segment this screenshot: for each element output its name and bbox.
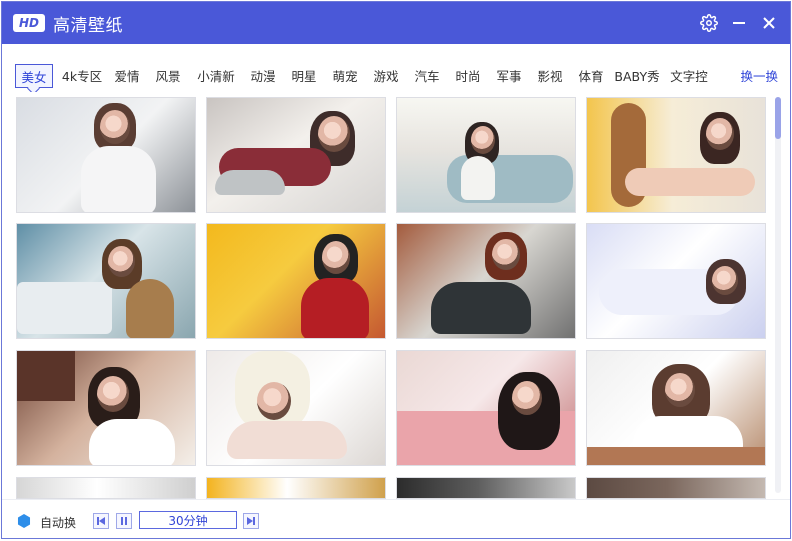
tab-stars[interactable]: 明星	[288, 64, 320, 86]
vertical-scrollbar[interactable]	[775, 97, 781, 493]
settings-icon	[700, 14, 718, 32]
tab-fresh[interactable]: 小清新	[193, 64, 239, 86]
wallpaper-thumbnail[interactable]	[206, 223, 386, 339]
wallpaper-thumbnail[interactable]	[586, 97, 766, 213]
previous-button[interactable]	[93, 513, 109, 529]
pause-icon	[121, 517, 127, 525]
tab-meinu[interactable]: 美女	[15, 64, 53, 88]
close-icon	[763, 17, 775, 29]
hd-logo: HD	[13, 14, 45, 32]
skip-next-icon	[247, 517, 255, 525]
interval-selector[interactable]: 30分钟	[139, 511, 237, 529]
skip-previous-icon	[97, 517, 105, 525]
tab-sports[interactable]: 体育	[575, 64, 607, 86]
tab-scenery[interactable]: 风景	[152, 64, 184, 86]
tab-4k[interactable]: 4k专区	[60, 64, 104, 86]
title-bar[interactable]: HD 高清壁纸	[2, 2, 790, 44]
wallpaper-thumbnail[interactable]	[206, 350, 386, 466]
wallpaper-thumbnail[interactable]	[396, 97, 576, 213]
wallpaper-grid	[2, 92, 790, 499]
wallpaper-thumbnail[interactable]	[16, 350, 196, 466]
app-title: 高清壁纸	[53, 15, 123, 36]
window-controls	[698, 2, 780, 44]
close-button[interactable]	[758, 12, 780, 34]
pause-button[interactable]	[116, 513, 132, 529]
wallpaper-thumbnail[interactable]	[586, 223, 766, 339]
footer-controls: 自动换 30分钟	[2, 499, 790, 538]
wallpaper-thumbnail[interactable]	[16, 223, 196, 339]
minimize-button[interactable]	[728, 12, 750, 34]
wallpaper-thumbnail[interactable]	[586, 350, 766, 466]
wallpaper-thumbnail[interactable]	[16, 97, 196, 213]
settings-button[interactable]	[698, 12, 720, 34]
next-button[interactable]	[243, 513, 259, 529]
wallpaper-window: HD 高清壁纸 美女 4k专区 爱情 风景 小清新 动漫 明星 萌宠 游戏 汽车…	[1, 1, 791, 539]
tab-text[interactable]: 文字控	[667, 64, 711, 86]
wallpaper-thumbnail[interactable]	[396, 477, 576, 499]
wallpaper-thumbnail[interactable]	[206, 477, 386, 499]
tab-film[interactable]: 影视	[534, 64, 566, 86]
tab-games[interactable]: 游戏	[370, 64, 402, 86]
tab-anime[interactable]: 动漫	[247, 64, 279, 86]
tab-love[interactable]: 爱情	[111, 64, 143, 86]
tab-pets[interactable]: 萌宠	[329, 64, 361, 86]
tab-baby[interactable]: BABY秀	[614, 64, 659, 86]
scrollbar-thumb[interactable]	[775, 97, 781, 139]
switch-link[interactable]: 换一换	[740, 66, 778, 85]
wallpaper-thumbnail[interactable]	[16, 477, 196, 499]
wallpaper-thumbnail[interactable]	[396, 350, 576, 466]
category-tabs: 美女 4k专区 爱情 风景 小清新 动漫 明星 萌宠 游戏 汽车 时尚 军事 影…	[2, 44, 790, 93]
wallpaper-thumbnail[interactable]	[586, 477, 766, 499]
tab-fashion[interactable]: 时尚	[452, 64, 484, 86]
wallpaper-thumbnail[interactable]	[206, 97, 386, 213]
auto-change-label[interactable]: 自动换	[40, 514, 76, 531]
tab-cars[interactable]: 汽车	[411, 64, 443, 86]
minimize-icon	[733, 22, 745, 24]
tab-military[interactable]: 军事	[493, 64, 525, 86]
auto-change-icon	[17, 514, 31, 528]
wallpaper-thumbnail[interactable]	[396, 223, 576, 339]
